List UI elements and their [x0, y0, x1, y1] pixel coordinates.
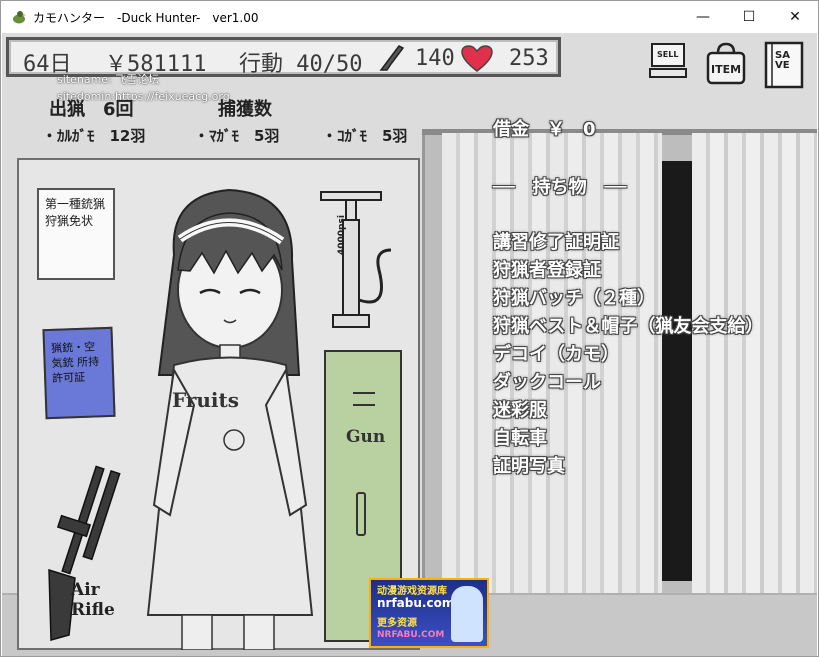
outing-count: 出猟 6回	[49, 99, 134, 120]
sell-label: SELL	[657, 50, 679, 59]
inventory-item[interactable]: 証明写真	[493, 452, 565, 478]
action-points: 行動 40/50	[239, 52, 363, 77]
item-button[interactable]: ITEM	[704, 41, 746, 85]
catch-header: 捕獲数	[218, 99, 272, 120]
computer-icon	[649, 43, 687, 78]
game-window: カモハンター -Duck Hunter- ver1.00 — ☐ ✕ 第一種銃猟…	[0, 0, 819, 657]
minimize-button[interactable]: —	[680, 1, 726, 33]
maximize-icon: ☐	[742, 9, 756, 25]
catch-magamo: ・ﾏｶﾞﾓ 5羽	[194, 127, 280, 145]
game-canvas[interactable]: 第一種銃猟 狩猟免状 猟銃・空気銃 所持許可証 Air Rifle Fruits…	[2, 33, 817, 656]
girl-character	[146, 188, 314, 650]
inventory-item[interactable]: 狩猟ベスト＆帽子（猟友会支給）	[493, 312, 763, 338]
close-button[interactable]: ✕	[772, 1, 818, 33]
rifle-icon	[379, 45, 405, 71]
watermark-sitename: sitename: 飞雪论坛	[57, 73, 160, 86]
pump-label: 4000psi	[337, 215, 347, 255]
air-rifle	[48, 465, 121, 641]
hp-count: 253	[509, 46, 549, 71]
maximize-button[interactable]: ☐	[726, 1, 772, 33]
poster-text: 第一種銃猟 狩猟免状	[45, 197, 106, 228]
inventory-item[interactable]: ダックコール	[493, 368, 601, 394]
book-text: 猟銃・空気銃 所持許可証	[50, 340, 100, 385]
catch-kogamo: ・ｺｶﾞﾓ 5羽	[322, 127, 408, 145]
inventory-item[interactable]: 自転車	[493, 424, 547, 450]
debt-display: 借金 ￥ 0	[493, 119, 596, 140]
item-label: ITEM	[711, 63, 742, 76]
locker-handle-icon	[356, 492, 366, 536]
curtain-right	[692, 133, 817, 603]
shirt-print: Fruits	[172, 388, 240, 412]
inventory-item[interactable]: 狩猟者登録証	[493, 256, 601, 282]
inventory-header: ── 持ち物 ──	[493, 177, 627, 198]
save-button[interactable]: SAVE	[764, 41, 804, 89]
heart-icon	[461, 45, 493, 72]
sell-button[interactable]: SELL	[648, 41, 688, 81]
close-icon: ✕	[789, 9, 801, 25]
app-icon	[13, 11, 26, 24]
air-pump	[320, 191, 392, 328]
save-label: SAVE	[775, 50, 790, 71]
ammo-count: 140	[415, 46, 455, 71]
character-panel: 第一種銃猟 狩猟免状 猟銃・空気銃 所持許可証 Air Rifle Fruits…	[17, 158, 420, 650]
locker-label: Gun	[346, 427, 386, 447]
banner-line1: 动漫游戏资源库	[377, 586, 447, 597]
window-title: カモハンター -Duck Hunter- ver1.00	[33, 10, 259, 25]
license-poster: 第一種銃猟 狩猟免状	[37, 188, 115, 280]
minimize-icon: —	[696, 9, 710, 25]
window-gap	[657, 161, 697, 581]
inventory-item[interactable]: 狩猟バッチ（２種）	[493, 284, 655, 310]
ad-banner[interactable]: 动漫游戏资源库 nrfabu.com 更多资源 NRFABU.COM	[369, 578, 489, 648]
banner-character-icon	[451, 586, 483, 642]
gun-permit-book: 猟銃・空気銃 所持許可証	[42, 326, 116, 420]
rifle-label: Air Rifle	[71, 580, 115, 620]
locker-vent-icon	[353, 392, 375, 406]
inventory-item[interactable]: デコイ（カモ）	[493, 340, 619, 366]
banner-line2: nrfabu.com	[377, 596, 455, 610]
inventory-item[interactable]: 迷彩服	[493, 396, 547, 422]
inventory-item[interactable]: 講習修了証明証	[493, 228, 619, 254]
banner-line3: 更多资源	[377, 618, 417, 629]
banner-line4: NRFABU.COM	[377, 630, 445, 640]
catch-karugamo: ・ｶﾙｶﾞﾓ 12羽	[42, 127, 146, 145]
title-bar[interactable]: カモハンター -Duck Hunter- ver1.00 — ☐ ✕	[1, 1, 818, 33]
